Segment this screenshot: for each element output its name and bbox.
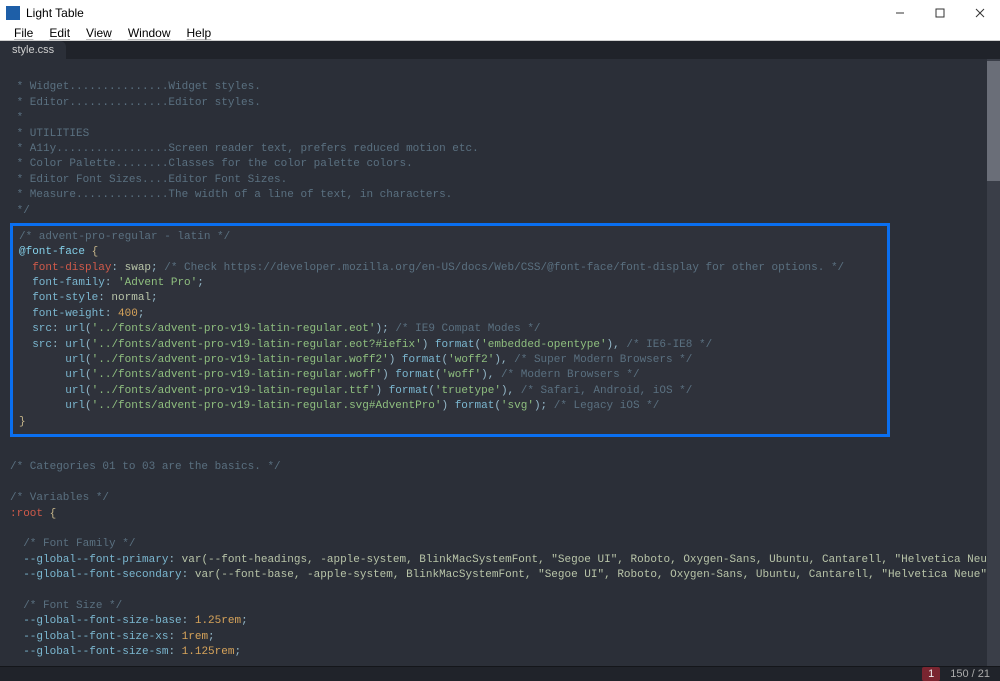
scrollbar-thumb[interactable] — [987, 61, 1000, 181]
close-icon — [975, 8, 985, 18]
tab-style-css[interactable]: style.css — [0, 41, 66, 59]
highlighted-block: /* advent-pro-regular - latin */ @font-f… — [10, 223, 890, 437]
code-line: * A11y.................Screen reader tex… — [10, 143, 479, 155]
statusbar: 1 150 / 21 — [0, 666, 1000, 681]
app-icon — [6, 6, 20, 20]
vertical-scrollbar[interactable] — [987, 59, 1000, 666]
minimize-icon — [895, 8, 905, 18]
menu-help[interactable]: Help — [179, 26, 220, 40]
minimize-button[interactable] — [880, 0, 920, 26]
code-line: * Measure..............The width of a li… — [10, 189, 452, 201]
code-line: * Editor Font Sizes....Editor Font Sizes… — [10, 174, 287, 186]
menubar: File Edit View Window Help — [0, 26, 1000, 41]
code-line: /* advent-pro-regular - latin */ — [19, 231, 230, 243]
titlebar: Light Table — [0, 0, 1000, 26]
code-line: */ — [10, 205, 30, 217]
code-line: * Color Palette........Classes for the c… — [10, 158, 413, 170]
code-line: /* Variables */ — [10, 492, 109, 504]
window-controls — [880, 0, 1000, 26]
code-line: * Editor...............Editor styles. — [10, 97, 261, 109]
code-token: @font-face — [19, 246, 85, 258]
menu-window[interactable]: Window — [120, 26, 179, 40]
maximize-button[interactable] — [920, 0, 960, 26]
code-line: * — [10, 112, 23, 124]
tabbar: style.css — [0, 41, 1000, 59]
code-token: font-display — [32, 262, 111, 274]
menu-edit[interactable]: Edit — [41, 26, 78, 40]
error-count-badge[interactable]: 1 — [922, 667, 940, 681]
window-title: Light Table — [26, 6, 84, 20]
code-line: /* Categories 01 to 03 are the basics. *… — [10, 461, 281, 473]
close-button[interactable] — [960, 0, 1000, 26]
code-editor[interactable]: * Widget...............Widget styles. * … — [0, 59, 987, 666]
menu-file[interactable]: File — [6, 26, 41, 40]
menu-view[interactable]: View — [78, 26, 120, 40]
cursor-position: 150 / 21 — [950, 668, 990, 680]
code-line: * Widget...............Widget styles. — [10, 81, 261, 93]
maximize-icon — [935, 8, 945, 18]
code-line: * UTILITIES — [10, 128, 89, 140]
